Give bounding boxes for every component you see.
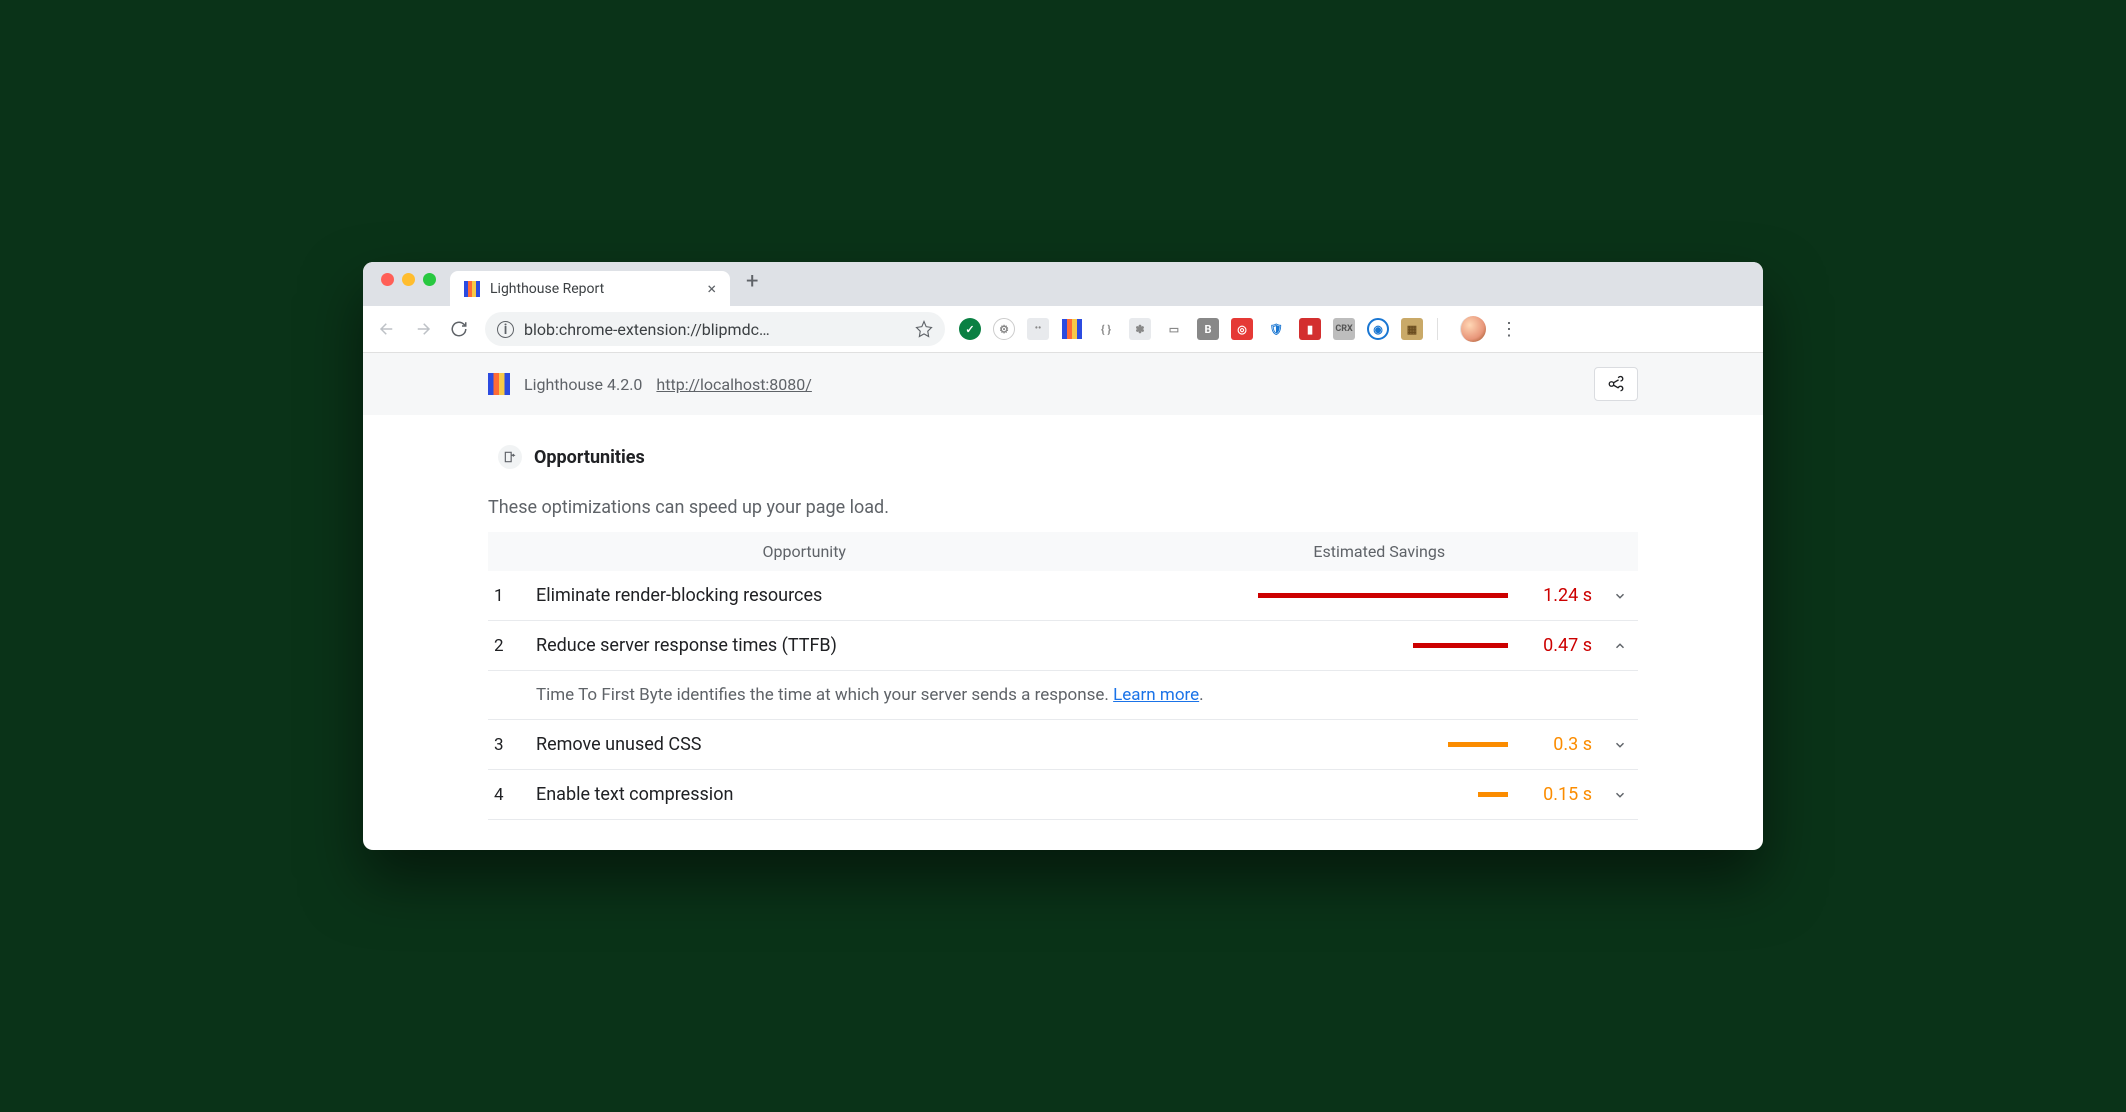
opportunity-row[interactable]: 1 Eliminate render-blocking resources 1.24… [488,571,1638,621]
lighthouse-extension-icon[interactable] [1061,318,1083,340]
lighthouse-favicon-icon [464,281,480,297]
extension-icon[interactable]: 🛡 [1265,318,1287,340]
row-savings: 0.47 s [1518,635,1598,656]
share-icon [1607,375,1625,393]
row-savings: 1.24 s [1518,585,1598,606]
extension-icon[interactable]: { } [1095,318,1117,340]
tab-title: Lighthouse Report [490,281,697,297]
row-label: Eliminate render-blocking resources [536,585,1248,606]
extension-icon[interactable]: ▮ [1299,318,1321,340]
savings-bar [1448,742,1508,747]
opportunities-table-header: Opportunity Estimated Savings [488,532,1638,571]
row-label: Remove unused CSS [536,734,1248,755]
chevron-down-icon [1613,589,1627,603]
star-icon [915,320,933,338]
opportunities-icon [498,445,522,469]
section-title: Opportunities [534,447,645,468]
lighthouse-header: Lighthouse 4.2.0 http://localhost:8080/ [363,353,1763,415]
row-number: 1 [494,586,526,606]
lighthouse-version: Lighthouse 4.2.0 [524,375,642,394]
arrow-left-icon [378,320,396,338]
new-tab-button[interactable]: + [730,269,774,300]
back-button[interactable] [371,313,403,345]
url-text: blob:chrome-extension://blipmdc… [524,320,770,339]
extension-icon[interactable]: ◎ [1231,318,1253,340]
window-controls [375,273,450,296]
savings-bar-track [1258,742,1508,747]
maximize-window-button[interactable] [423,273,436,286]
opportunity-row[interactable]: 2 Reduce server response times (TTFB) 0.47… [488,621,1638,671]
row-savings: 0.15 s [1518,784,1598,805]
extension-icon[interactable]: ✓ [959,318,981,340]
chevron-down-icon [1613,788,1627,802]
share-button[interactable] [1594,367,1638,401]
browser-tab[interactable]: Lighthouse Report × [450,271,730,306]
extension-icon[interactable]: ◉ [1367,318,1389,340]
extension-icon[interactable]: ✽ [1129,318,1151,340]
row-label: Reduce server response times (TTFB) [536,635,1248,656]
row-label: Enable text compression [536,784,1248,805]
site-info-icon[interactable]: i [497,321,514,338]
minimize-window-button[interactable] [402,273,415,286]
page-content: Lighthouse 4.2.0 http://localhost:8080/ … [363,353,1763,850]
arrow-right-icon [414,320,432,338]
browser-menu-button[interactable]: ⋮ [1490,319,1527,340]
tested-url-link[interactable]: http://localhost:8080/ [656,375,811,394]
expand-toggle[interactable] [1608,738,1632,752]
savings-bar-track [1258,593,1508,598]
row-number: 3 [494,735,526,755]
close-tab-button[interactable]: × [707,279,716,298]
row-number: 4 [494,785,526,805]
savings-bar-track [1258,643,1508,648]
learn-more-link[interactable]: Learn more [1113,685,1199,705]
expand-toggle[interactable] [1608,639,1632,653]
extension-icon[interactable]: ▭ [1163,318,1185,340]
detail-text: Time To First Byte identifies the time a… [536,685,1113,705]
separator [1437,318,1438,340]
extension-icon[interactable]: •• [1027,318,1049,340]
reload-icon [450,320,468,338]
chevron-down-icon [1613,738,1627,752]
lighthouse-logo-icon [488,373,510,395]
opportunity-detail: Time To First Byte identifies the time a… [488,671,1638,720]
address-bar[interactable]: i blob:chrome-extension://blipmdc… [485,312,945,346]
savings-bar [1258,593,1508,598]
bookmark-star-button[interactable] [915,320,933,338]
expand-toggle[interactable] [1608,589,1632,603]
extension-icon[interactable]: ⚙ [993,318,1015,340]
tab-strip: Lighthouse Report × + [363,262,1763,306]
section-description: These optimizations can speed up your pa… [488,479,1638,532]
row-number: 2 [494,636,526,656]
savings-bar [1478,792,1508,797]
opportunities-rows: 1 Eliminate render-blocking resources 1.24… [488,571,1638,820]
expand-toggle[interactable] [1608,788,1632,802]
report-body: Opportunities These optimizations can sp… [488,415,1638,850]
opportunities-section-header: Opportunities [488,435,1638,479]
forward-button[interactable] [407,313,439,345]
opportunity-row[interactable]: 3 Remove unused CSS 0.3 s [488,720,1638,770]
profile-avatar[interactable] [1460,316,1486,342]
opportunity-row[interactable]: 4 Enable text compression 0.15 s [488,770,1638,820]
savings-bar-track [1258,792,1508,797]
extension-icon[interactable]: ▦ [1401,318,1423,340]
browser-window: Lighthouse Report × + i blob:chrome-exte… [363,262,1763,850]
close-window-button[interactable] [381,273,394,286]
savings-bar [1413,643,1508,648]
chevron-up-icon [1613,639,1627,653]
column-header-opportunity: Opportunity [488,542,1121,561]
row-savings: 0.3 s [1518,734,1598,755]
column-header-savings: Estimated Savings [1121,542,1639,561]
extension-icon[interactable]: CRX [1333,318,1355,340]
reload-button[interactable] [443,313,475,345]
browser-toolbar: i blob:chrome-extension://blipmdc… ✓ ⚙ •… [363,306,1763,353]
extensions-strip: ✓ ⚙ •• { } ✽ ▭ B ◎ 🛡 ▮ CRX ◉ ▦ [955,318,1427,340]
extension-icon[interactable]: B [1197,318,1219,340]
